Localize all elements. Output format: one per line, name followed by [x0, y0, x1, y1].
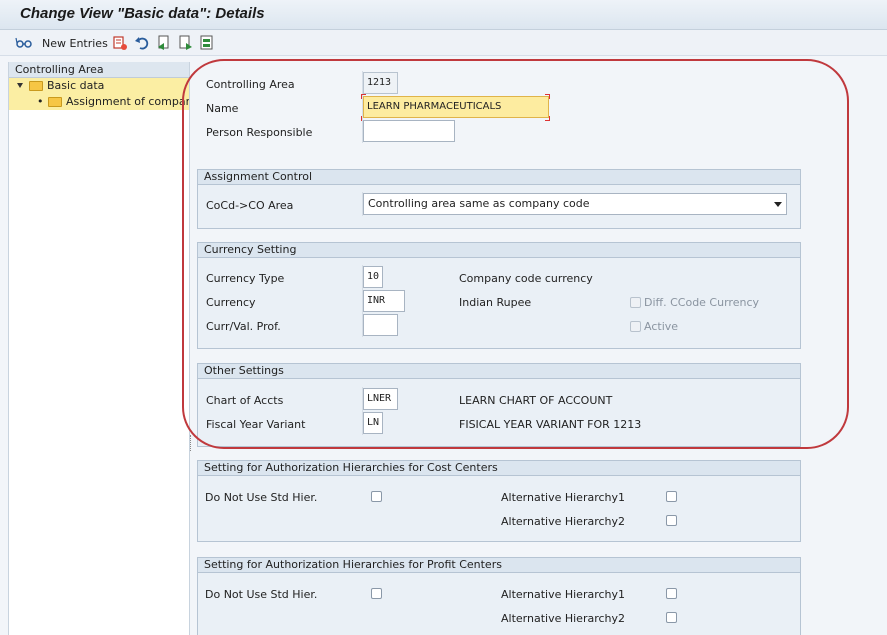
- coco-area-value: Controlling area same as company code: [368, 197, 590, 210]
- pc-alt-hier1-checkbox[interactable]: [666, 588, 677, 599]
- new-entries-button[interactable]: New Entries: [42, 37, 108, 50]
- currency-type-input[interactable]: 10: [363, 266, 383, 288]
- select-all-icon[interactable]: [199, 35, 215, 51]
- glasses-icon[interactable]: [15, 35, 33, 51]
- row-divider: [197, 387, 363, 411]
- focus-corner: [545, 94, 550, 99]
- pc-alt-hier2-label: Alternative Hierarchy2: [501, 612, 626, 625]
- pc-alt-hier2-checkbox[interactable]: [666, 612, 677, 623]
- row-divider: [197, 71, 363, 95]
- group-title: Assignment Control: [198, 170, 800, 185]
- tree-item-assignment-company-code[interactable]: • Assignment of company code(s): [9, 94, 189, 110]
- focus-corner: [545, 116, 550, 121]
- next-entry-icon[interactable]: [178, 35, 194, 51]
- focus-corner: [361, 94, 366, 99]
- currency-type-description: Company code currency: [459, 272, 593, 285]
- folder-open-icon: [29, 81, 43, 91]
- diff-ccode-currency-checkbox[interactable]: [630, 297, 641, 308]
- bullet-icon: •: [37, 95, 44, 108]
- undo-icon[interactable]: [134, 35, 150, 51]
- dialog-structure-tree: Controlling Area Basic data • Assignment…: [8, 62, 190, 635]
- toolbar: New Entries: [0, 30, 887, 56]
- coco-area-dropdown[interactable]: Controlling area same as company code: [363, 193, 787, 215]
- pc-alt-hier1-label: Alternative Hierarchy1: [501, 588, 626, 601]
- currency-description: Indian Rupee: [459, 296, 532, 309]
- chart-of-accts-input[interactable]: LNER: [363, 388, 398, 410]
- person-responsible-input[interactable]: [363, 120, 455, 142]
- pc-no-std-hier-label: Do Not Use Std Hier.: [205, 588, 318, 601]
- dropdown-arrow-icon[interactable]: [774, 202, 782, 207]
- row-divider: [197, 95, 363, 119]
- active-checkbox[interactable]: [630, 321, 641, 332]
- tree-item-basic-data[interactable]: Basic data: [9, 78, 189, 94]
- curr-val-prof-input[interactable]: [363, 314, 398, 336]
- chart-of-accts-description: LEARN CHART OF ACCOUNT: [459, 394, 613, 407]
- window-title: Change View "Basic data": Details: [20, 5, 265, 22]
- row-divider: [197, 265, 363, 289]
- title-bar: Change View "Basic data": Details: [0, 0, 887, 30]
- pane-splitter[interactable]: [190, 435, 192, 451]
- group-title: Other Settings: [198, 364, 800, 379]
- row-divider: [197, 411, 363, 435]
- previous-entry-icon[interactable]: [156, 35, 172, 51]
- tree-item-label: Assignment of company code(s): [66, 95, 189, 108]
- tree-header: Controlling Area: [9, 62, 189, 78]
- name-input[interactable]: LEARN PHARMACEUTICALS: [363, 96, 549, 118]
- pc-no-std-hier-checkbox[interactable]: [371, 588, 382, 599]
- folder-icon: [48, 97, 62, 107]
- row-divider: [197, 119, 363, 143]
- row-divider: [197, 192, 363, 216]
- fiscal-year-variant-description: FISICAL YEAR VARIANT FOR 1213: [459, 418, 642, 431]
- fiscal-year-variant-input[interactable]: LN: [363, 412, 383, 434]
- row-divider: [197, 313, 363, 337]
- cc-no-std-hier-checkbox[interactable]: [371, 491, 382, 502]
- row-divider: [197, 289, 363, 313]
- tree-item-label: Basic data: [47, 79, 105, 92]
- group-title: Currency Setting: [198, 243, 800, 258]
- currency-input[interactable]: INR: [363, 290, 405, 312]
- group-title: Setting for Authorization Hierarchies fo…: [198, 558, 800, 573]
- cc-alt-hier1-checkbox[interactable]: [666, 491, 677, 502]
- cc-no-std-hier-label: Do Not Use Std Hier.: [205, 491, 318, 504]
- diff-ccode-currency-label: Diff. CCode Currency: [644, 296, 759, 309]
- controlling-area-field: 1213: [363, 72, 398, 94]
- cc-alt-hier2-label: Alternative Hierarchy2: [501, 515, 626, 528]
- group-title: Setting for Authorization Hierarchies fo…: [198, 461, 800, 476]
- copy-as-icon[interactable]: [112, 35, 128, 51]
- cc-alt-hier2-checkbox[interactable]: [666, 515, 677, 526]
- active-label: Active: [644, 320, 679, 333]
- expand-triangle-icon[interactable]: [17, 83, 23, 88]
- cc-alt-hier1-label: Alternative Hierarchy1: [501, 491, 626, 504]
